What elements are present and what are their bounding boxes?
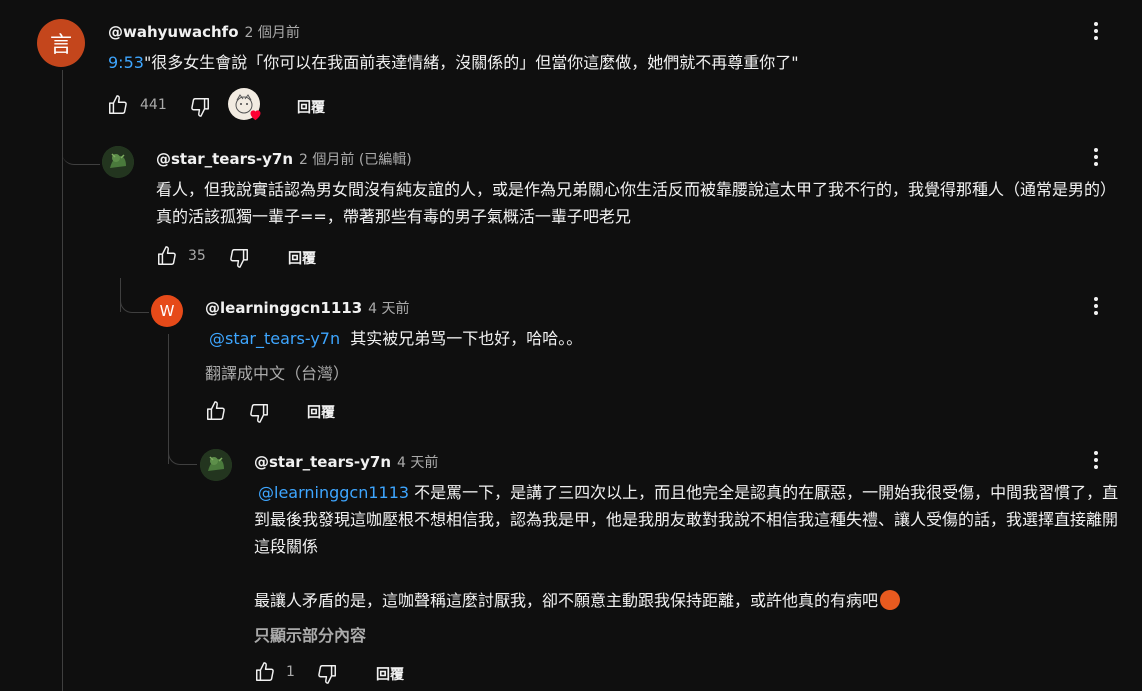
reply-button[interactable]: 回覆	[376, 664, 404, 684]
reply-button[interactable]: 回覆	[307, 402, 335, 422]
angry-face-icon: 😡	[880, 590, 901, 610]
avatar[interactable]	[200, 449, 232, 481]
thumbs-up-icon[interactable]	[107, 94, 129, 116]
thread-connector	[62, 130, 100, 165]
comment-text: @learninggcn1113 不是罵一下，是講了三四次以上，而且他完全是認真…	[254, 479, 1122, 560]
comment-body: "很多女生會說「你可以在我面前表達情緒，沒關係的」但當你這麼做，她們就不再尊重你…	[143, 53, 799, 72]
comment-header: @star_tears-y7n 4 天前	[254, 452, 438, 472]
comment-time[interactable]: 2 個月前 (已編輯)	[299, 152, 412, 168]
thumbs-down-icon[interactable]	[228, 247, 250, 269]
avatar-letter: W	[159, 302, 175, 320]
thumbs-up-icon[interactable]	[254, 661, 276, 683]
avatar[interactable]: W	[151, 295, 183, 327]
comment-body: 看人，但我說實話認為男女間沒有純友誼的人，或是作為兄弟關心你生活反而被靠腰說這太…	[156, 180, 1117, 226]
comment-text: 最讓人矛盾的是，這咖聲稱這麼討厭我，卻不願意主動跟我保持距離，或許他真的有病吧😡	[254, 587, 1122, 614]
read-more-link[interactable]: 只顯示部分內容	[254, 622, 366, 646]
comment-body: 最讓人矛盾的是，這咖聲稱這麼討厭我，卻不願意主動跟我保持距離，或許他真的有病吧	[254, 591, 879, 610]
mention-link[interactable]: @learninggcn1113	[258, 483, 409, 502]
more-vert-icon[interactable]	[1084, 145, 1108, 169]
creator-heart	[228, 88, 264, 124]
avatar-letter: 言	[49, 33, 72, 58]
more-vert-icon[interactable]	[1084, 19, 1108, 43]
comment-text: 9:53"很多女生會說「你可以在我面前表達情緒，沒關係的」但當你這麼做，她們就不…	[108, 49, 1068, 76]
thumbs-down-icon[interactable]	[248, 402, 270, 424]
author-handle[interactable]: @star_tears-y7n	[254, 453, 391, 471]
comment-body: 其实被兄弟骂一下也好，哈哈。。	[340, 329, 583, 348]
thread-connector	[168, 440, 197, 465]
comment-time[interactable]: 4 天前	[368, 301, 409, 317]
author-handle[interactable]: @learninggcn1113	[205, 299, 362, 317]
creator-heart-icon	[248, 107, 263, 122]
mention-link[interactable]: @star_tears-y7n	[209, 329, 340, 348]
comment-header: @wahyuwachfo 2 個月前	[108, 22, 300, 42]
thread-connector	[120, 288, 149, 313]
translate-link[interactable]: 翻譯成中文（台灣）	[205, 360, 349, 384]
avatar[interactable]: 言	[37, 19, 85, 67]
timestamp-link[interactable]: 9:53	[108, 53, 144, 72]
comment-time[interactable]: 2 個月前	[245, 25, 300, 41]
avatar[interactable]	[102, 146, 134, 178]
comment-time[interactable]: 4 天前	[397, 455, 438, 471]
thread-line	[62, 70, 63, 691]
author-handle[interactable]: @wahyuwachfo	[108, 23, 239, 41]
comment-header: @star_tears-y7n 2 個月前 (已編輯)	[156, 149, 412, 169]
thumbs-up-icon[interactable]	[156, 245, 178, 267]
like-count: 35	[188, 248, 206, 264]
more-vert-icon[interactable]	[1084, 294, 1108, 318]
thumbs-up-icon[interactable]	[205, 400, 227, 422]
comment-header: @learninggcn1113 4 天前	[205, 298, 410, 318]
reply-button[interactable]: 回覆	[288, 248, 316, 268]
thumbs-down-icon[interactable]	[316, 663, 338, 685]
thumbs-down-icon[interactable]	[189, 96, 211, 118]
like-count: 441	[140, 97, 167, 113]
like-count: 1	[286, 664, 295, 680]
comment-text: @star_tears-y7n 其实被兄弟骂一下也好，哈哈。。	[205, 325, 1085, 352]
author-handle[interactable]: @star_tears-y7n	[156, 150, 293, 168]
reply-button[interactable]: 回覆	[297, 97, 325, 117]
more-vert-icon[interactable]	[1084, 448, 1108, 472]
